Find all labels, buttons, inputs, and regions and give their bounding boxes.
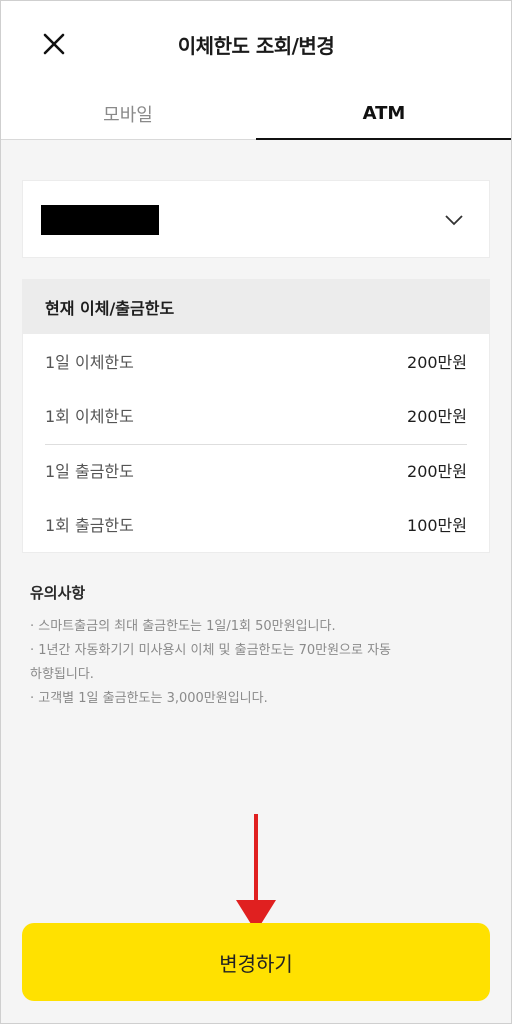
tab-mobile[interactable]: 모바일: [0, 88, 256, 140]
limit-value: 200만원: [407, 462, 467, 481]
notice-title: 유의사항: [30, 584, 86, 602]
chevron-down-icon: [445, 215, 463, 226]
limit-value: 200만원: [407, 353, 467, 372]
limit-row: 1회 이체한도 200만원: [45, 388, 467, 442]
notice-line: 하향됩니다.: [30, 667, 94, 682]
notice-line: · 1년간 자동화기기 미사용시 이체 및 출금한도는 70만원으로 자동: [30, 643, 392, 658]
redacted-account-number: [41, 205, 159, 235]
notice-section: 유의사항 · 스마트출금의 최대 출금한도는 1일/1회 50만원입니다. · …: [30, 582, 480, 711]
limit-row: 1일 출금한도 200만원: [45, 443, 467, 497]
page-title: 이체한도 조회/변경: [177, 34, 335, 58]
account-select[interactable]: [22, 180, 490, 258]
current-limits-card: 현재 이체/출금한도 1일 이체한도 200만원 1회 이체한도 200만원 1…: [22, 279, 490, 553]
limit-value: 100만원: [407, 516, 467, 535]
change-button[interactable]: 변경하기: [22, 923, 490, 1001]
tab-bar: 모바일 ATM: [0, 88, 512, 140]
limits-heading: 현재 이체/출금한도: [23, 280, 489, 334]
limit-label: 1일 출금한도: [45, 462, 134, 481]
notice-line: · 고객별 1일 출금한도는 3,000만원입니다.: [30, 691, 268, 706]
limit-row: 1일 이체한도 200만원: [45, 334, 467, 388]
limit-row: 1회 출금한도 100만원: [45, 497, 467, 551]
red-arrow-annotation: [236, 814, 276, 932]
notice-line: · 스마트출금의 최대 출금한도는 1일/1회 50만원입니다.: [30, 619, 336, 634]
limit-label: 1회 이체한도: [45, 407, 134, 426]
app-header: 이체한도 조회/변경: [0, 0, 512, 88]
limit-value: 200만원: [407, 407, 467, 426]
limit-label: 1일 이체한도: [45, 353, 134, 372]
tab-atm[interactable]: ATM: [256, 88, 512, 140]
limit-label: 1회 출금한도: [45, 516, 134, 535]
